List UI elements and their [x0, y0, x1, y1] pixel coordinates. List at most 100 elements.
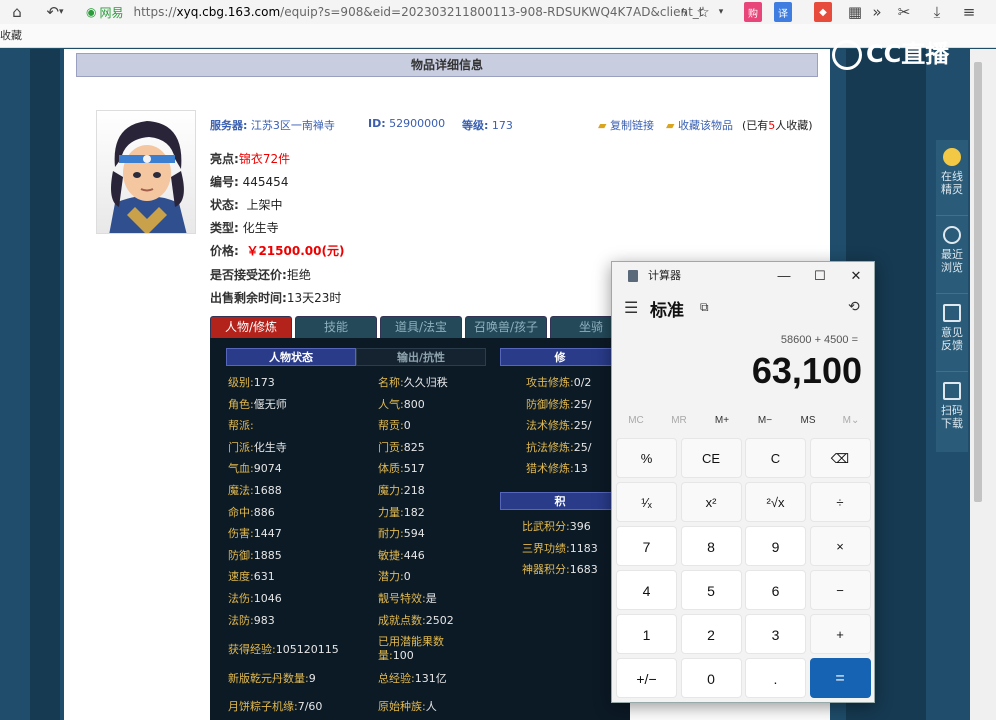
stat-value: 100 [392, 649, 414, 663]
status-value: 上架中 [246, 198, 283, 212]
shop-extension-icon[interactable]: 购 [744, 2, 762, 22]
cc-logo-text: CC直播 [866, 40, 950, 68]
back-icon[interactable]: ↶ ▾ [40, 2, 70, 22]
maximize-button[interactable]: ☐ [802, 262, 838, 290]
stat-row: 防御:1885 [228, 547, 282, 563]
more-icon[interactable]: » [870, 2, 884, 22]
sidebar-label: 最近浏览 [941, 248, 963, 274]
minus-key[interactable]: − [809, 570, 871, 610]
stat-row: 力量:182 [378, 504, 425, 520]
stat-label: 敏捷: [378, 548, 404, 562]
digit-3-key[interactable]: 3 [745, 614, 806, 654]
memory-button[interactable]: MR [657, 415, 701, 426]
stat-value: 173 [253, 376, 275, 389]
close-button[interactable]: ✕ [838, 262, 874, 290]
bookmarks-label[interactable]: 收藏 [0, 29, 22, 42]
percent-key[interactable]: % [616, 438, 677, 478]
stat-value: 9 [308, 671, 316, 685]
stat-row: 新版乾元丹数量:9 [228, 670, 316, 686]
home-icon[interactable]: ⌂ [6, 2, 28, 22]
chevron-down-icon[interactable]: ▾ [714, 2, 728, 22]
subtab-cultivation[interactable]: 修 [500, 348, 620, 366]
plus-key[interactable]: + [809, 614, 871, 654]
sidebar-item-online-helper[interactable]: 在线精灵 [936, 140, 968, 216]
calculator-mode: 标准 [650, 301, 684, 320]
menu-icon[interactable]: ≡ [960, 2, 978, 22]
character-portrait-icon [109, 121, 187, 233]
scissors-icon[interactable]: ✂ [892, 2, 916, 22]
memory-button[interactable]: M− [743, 415, 787, 426]
translate-extension-icon[interactable]: 译 [774, 2, 792, 22]
edit-icon [943, 304, 961, 322]
stat-value: 182 [403, 505, 425, 519]
digit-0-key[interactable]: 0 [680, 658, 742, 698]
reciprocal-key[interactable]: ¹⁄ₓ [616, 482, 677, 522]
stat-row: 原始种族:人 [378, 698, 437, 714]
stat-row: 月饼粽子机缘:7/60 [228, 698, 322, 714]
memory-button[interactable]: MC [614, 415, 658, 426]
character-avatar [96, 110, 196, 234]
stat-row: 法防:983 [228, 612, 275, 628]
sidebar-item-recent[interactable]: 最近浏览 [936, 218, 968, 294]
stat-label: 抗法修炼: [526, 440, 574, 454]
address-bar[interactable]: ◉ 网易 https:// xyq.cbg.163.com /equip?s=9… [86, 2, 726, 22]
sidebar-item-feedback[interactable]: 意见反馈 [936, 296, 968, 372]
stat-row: 潜力:0 [378, 568, 411, 584]
memory-button[interactable]: M⌄ [829, 415, 873, 426]
clear-entry-key[interactable]: CE [680, 438, 742, 478]
type-value: 化生寺 [242, 221, 279, 235]
backspace-key[interactable]: ⌫ [809, 438, 871, 478]
stat-row: 速度:631 [228, 568, 275, 584]
game-extension-icon[interactable]: ◆ [814, 2, 832, 22]
sidebar-item-download[interactable]: 扫码下载 [936, 374, 968, 450]
stat-label: 防御: [228, 548, 254, 562]
stat-row: 成就点数:2502 [378, 612, 454, 628]
stat-row: 人气:800 [378, 396, 425, 412]
tab-items[interactable]: 道具/法宝 [380, 316, 462, 338]
shield-icon: ◉ [86, 5, 97, 19]
digit-4-key[interactable]: 4 [616, 570, 677, 610]
tab-skills[interactable]: 技能 [295, 316, 377, 338]
digit-8-key[interactable]: 8 [680, 526, 742, 566]
serial-value: 445454 [242, 175, 289, 189]
clear-key[interactable]: C [745, 438, 806, 478]
decimal-key[interactable]: . [745, 658, 806, 698]
keep-on-top-icon[interactable]: ⧉ [700, 300, 709, 315]
favorite-button[interactable]: ▰ 收藏该物品 [666, 117, 733, 133]
square-root-key[interactable]: ²√x [745, 482, 806, 522]
digit-9-key[interactable]: 9 [745, 526, 806, 566]
status-row: 状态: 上架中 [210, 196, 282, 213]
equals-key[interactable]: = [809, 658, 871, 698]
menu-icon[interactable]: ☰ [624, 298, 638, 318]
digit-6-key[interactable]: 6 [745, 570, 806, 610]
minimize-button[interactable]: — [766, 262, 802, 290]
page-scrollbar-thumb[interactable] [974, 62, 982, 502]
download-icon[interactable]: ⤓ [928, 2, 946, 22]
divide-key[interactable]: ÷ [809, 482, 871, 522]
copy-link-button[interactable]: ▰ 复制链接 [598, 117, 654, 133]
square-key[interactable]: x² [680, 482, 742, 522]
digit-1-key[interactable]: 1 [616, 614, 677, 654]
digit-2-key[interactable]: 2 [680, 614, 742, 654]
lightning-icon[interactable]: ϟ [676, 2, 692, 22]
stat-label: 级别: [228, 376, 254, 389]
url-path: /equip?s=908&eid=202303211800113-908-RDS… [280, 5, 704, 19]
star-icon[interactable]: ☆ [694, 2, 712, 22]
memory-button[interactable]: M+ [700, 415, 744, 426]
history-icon[interactable]: ⟲ [848, 298, 860, 315]
tab-character[interactable]: 人物/修炼 [210, 316, 292, 338]
digit-5-key[interactable]: 5 [680, 570, 742, 610]
stat-value: 偃无师 [253, 397, 287, 411]
subtab-output-resist[interactable]: 输出/抗性 [356, 348, 486, 366]
memory-button[interactable]: MS [786, 415, 830, 426]
negate-key[interactable]: +/− [616, 658, 677, 698]
cultivation-row: 攻击修炼:0/2 [526, 374, 591, 390]
grid-icon[interactable]: ▦ [846, 2, 864, 22]
subtab-points[interactable]: 积 [500, 492, 620, 510]
tab-summons[interactable]: 召唤兽/孩子 [465, 316, 547, 338]
stat-label: 门贡: [378, 440, 404, 454]
stat-value: 105120115 [275, 643, 339, 657]
subtab-character-status[interactable]: 人物状态 [226, 348, 356, 366]
multiply-key[interactable]: × [809, 526, 871, 566]
digit-7-key[interactable]: 7 [616, 526, 677, 566]
